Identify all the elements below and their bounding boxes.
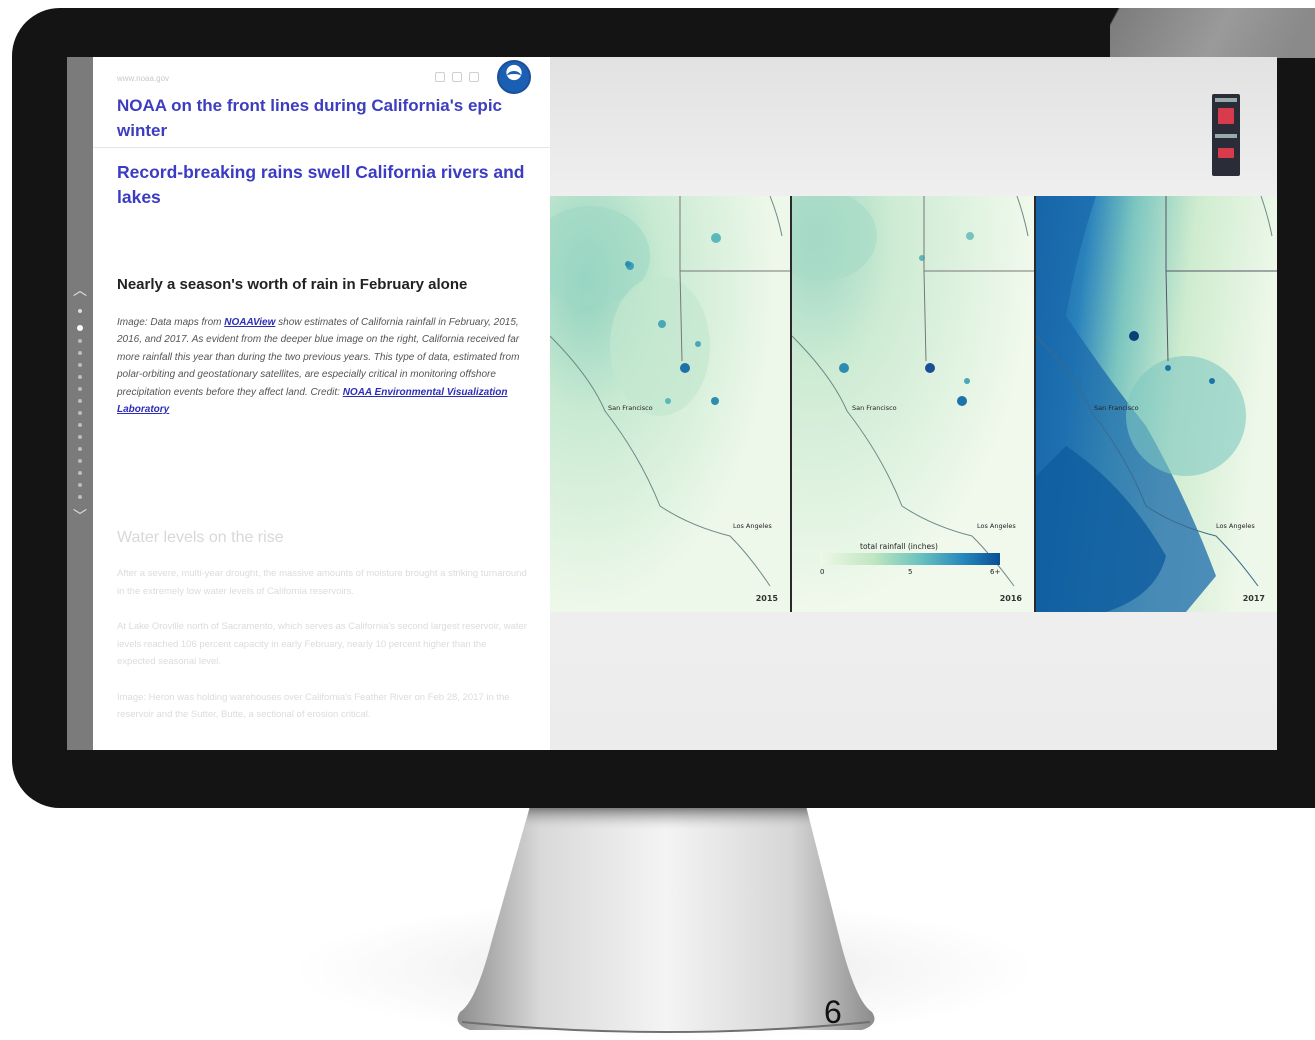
bookmark-icon[interactable] xyxy=(1218,148,1234,158)
section-heading: Nearly a season's worth of rain in Febru… xyxy=(117,276,468,293)
control-label xyxy=(1215,98,1237,102)
map-year-label: 2015 xyxy=(755,594,778,603)
slide-page-number: 6 xyxy=(824,994,842,1030)
share-icons xyxy=(435,72,479,82)
nav-dot[interactable] xyxy=(78,339,82,343)
nav-dot[interactable] xyxy=(78,483,82,487)
map-panel-2017[interactable]: San Francisco Los Angeles 2017 xyxy=(1036,196,1277,612)
legend-max: 6+ xyxy=(990,568,1001,576)
nav-dot[interactable] xyxy=(78,399,82,403)
caption-prefix: Image: Data maps from xyxy=(117,317,225,328)
map-panel-2015[interactable]: San Francisco Los Angeles 2015 xyxy=(550,196,790,612)
header-title[interactable]: NOAA on the front lines during Californi… xyxy=(117,93,517,143)
city-label-san-francisco: San Francisco xyxy=(608,404,653,412)
city-label-los-angeles: Los Angeles xyxy=(1216,522,1255,530)
nav-dot[interactable] xyxy=(78,375,82,379)
nav-dot[interactable] xyxy=(78,423,82,427)
story-nav-rail: ︿ ﹀ xyxy=(67,57,93,750)
site-url[interactable]: www.noaa.gov xyxy=(117,74,169,83)
nav-dot[interactable] xyxy=(78,435,82,439)
story-header: www.noaa.gov NOAA on the front lines dur… xyxy=(93,57,550,148)
city-label-san-francisco: San Francisco xyxy=(852,404,897,412)
nav-dot[interactable] xyxy=(78,495,82,499)
legend-min: 0 xyxy=(820,568,825,576)
nav-dot[interactable] xyxy=(78,363,82,367)
upcoming-paragraph: At Lake Oroville north of Sacramento, wh… xyxy=(117,621,527,667)
map-2015-image xyxy=(550,196,790,612)
nav-dot[interactable] xyxy=(78,471,82,475)
map-year-label: 2017 xyxy=(1242,594,1265,603)
legend-title: total rainfall (inches) xyxy=(860,542,938,551)
active-nav-dot[interactable] xyxy=(77,325,83,331)
rainfall-maps: San Francisco Los Angeles 2015 San Franc… xyxy=(550,196,1277,612)
story-title: Record-breaking rains swell California r… xyxy=(117,162,525,207)
upcoming-paragraph: Image: Heron was holding warehouses over… xyxy=(117,691,510,721)
legend-color-bar xyxy=(820,553,1000,565)
zoom-in-icon[interactable] xyxy=(1218,108,1234,124)
noaaview-link[interactable]: NOAAView xyxy=(224,317,275,328)
nav-dot[interactable] xyxy=(78,459,82,463)
upcoming-section: Water levels on the rise After a severe,… xyxy=(117,527,527,742)
legend-mid: 5 xyxy=(908,568,913,576)
upcoming-paragraph: After a severe, multi-year drought, the … xyxy=(117,568,527,597)
caption-body: show estimates of California rainfall in… xyxy=(117,317,520,398)
map-controls[interactable] xyxy=(1212,94,1240,176)
image-caption: Image: Data maps from NOAAView show esti… xyxy=(117,314,522,418)
rainfall-legend: total rainfall (inches) 0 5 6+ xyxy=(820,536,1005,576)
map-background xyxy=(550,57,1277,197)
city-label-los-angeles: Los Angeles xyxy=(977,522,1016,530)
chevron-down-icon[interactable]: ﹀ xyxy=(71,509,89,523)
city-label-san-francisco: San Francisco xyxy=(1094,404,1139,412)
link-icon[interactable] xyxy=(469,72,479,82)
map-year-label: 2016 xyxy=(999,594,1022,603)
chevron-up-icon[interactable]: ︿ xyxy=(71,283,89,297)
control-label xyxy=(1215,134,1237,138)
city-label-los-angeles: Los Angeles xyxy=(733,522,772,530)
upcoming-heading: Water levels on the rise xyxy=(117,529,284,546)
nav-dot[interactable] xyxy=(78,411,82,415)
facebook-icon[interactable] xyxy=(435,72,445,82)
monitor-screen: ︿ ﹀ www.noaa.gov NOAA on the front lines… xyxy=(67,57,1277,750)
map-area: San Francisco Los Angeles 2015 San Franc… xyxy=(550,57,1277,750)
home-nav-dot[interactable] xyxy=(78,309,82,313)
nav-dot[interactable] xyxy=(78,387,82,391)
noaa-logo-icon[interactable] xyxy=(497,60,531,94)
nav-dot[interactable] xyxy=(78,351,82,355)
bezel-reflection xyxy=(1110,8,1315,58)
nav-dot[interactable] xyxy=(78,447,82,451)
map-2017-image xyxy=(1036,196,1277,612)
twitter-icon[interactable] xyxy=(452,72,462,82)
story-panel: www.noaa.gov NOAA on the front lines dur… xyxy=(93,57,550,750)
